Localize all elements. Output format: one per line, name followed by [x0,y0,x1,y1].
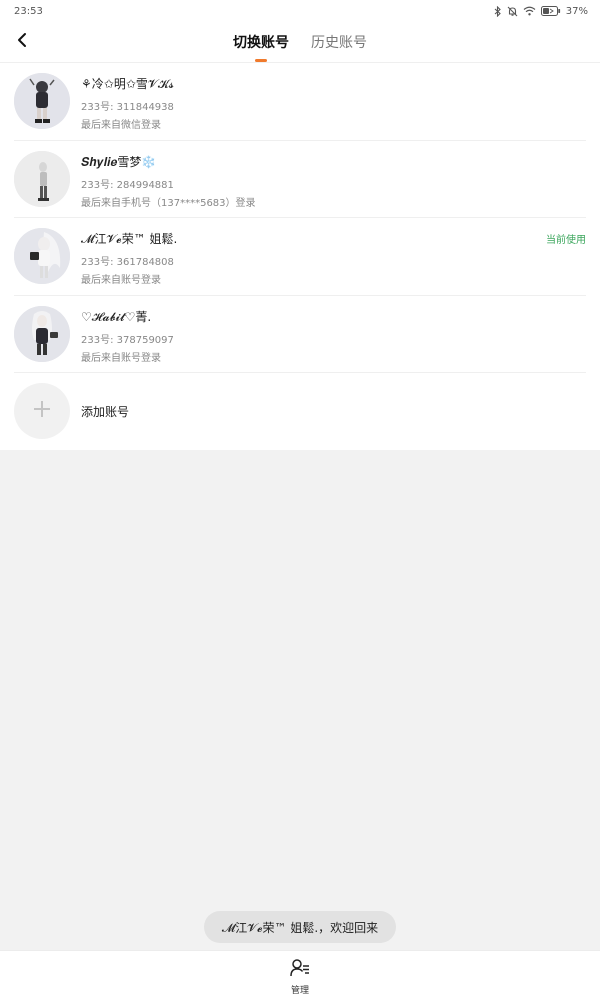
header: 切换账号 历史账号 [0,22,600,62]
chevron-left-icon [16,32,28,52]
battery-icon [540,6,561,16]
add-account-label: 添加账号 [81,405,130,419]
account-name: ♡𝓗𝓪𝓫𝓲𝓽♡菁. [81,309,152,324]
status-time: 23:53 [14,5,43,17]
bottom-bar: 管理 [0,950,600,1000]
welcome-toast: 𝓜江𝓥𝓮荣™ 姐鬆.，欢迎回来 [204,911,396,943]
avatar [14,305,70,362]
last-login: 最后来自账号登录 [81,352,161,364]
account-item[interactable]: ♡𝓗𝓪𝓫𝓲𝓽♡菁. 233号: 378759097 最后来自账号登录 [0,296,600,374]
last-login: 最后来自手机号（137****5683）登录 [81,197,256,209]
tab-label: 切换账号 [233,35,289,51]
current-account-badge: 当前使用 [546,235,586,246]
toast-text: 𝓜江𝓥𝓮荣™ 姐鬆.，欢迎回来 [221,920,379,935]
account-id: 233号: 378759097 [81,334,174,346]
account-item[interactable]: 𝓜江𝓥𝓮荣™ 姐鬆. 233号: 361784808 最后来自账号登录 当前使用 [0,218,600,296]
account-id: 233号: 284994881 [81,179,174,191]
last-login: 最后来自账号登录 [81,275,161,286]
tab-history-account[interactable]: 历史账号 [311,22,367,62]
manage-label: 管理 [290,986,309,996]
account-id: 233号: 311844938 [81,102,174,113]
plus-icon [32,399,52,423]
last-login: 最后来自微信登录 [81,120,161,131]
account-name: 𝑺𝒉𝒚𝒍𝒊𝒆雪梦❄️ [81,154,157,169]
tab-switch-account[interactable]: 切换账号 [233,22,289,62]
battery-percent: 37% [565,5,588,17]
mute-bell-icon [507,6,518,17]
bluetooth-icon [494,5,502,17]
tab-label: 历史账号 [311,35,367,51]
account-name: ⚘冷✩明✩雪𝓥𝓚𝓼 [81,77,174,91]
add-account-circle [14,383,70,439]
add-account-button[interactable]: 添加账号 [0,373,600,451]
back-button[interactable] [10,30,34,54]
wifi-icon [523,6,536,16]
avatar [14,73,70,129]
status-bar: 23:53 37% [0,0,600,22]
avatar [14,228,70,284]
status-icons: 37% [494,5,588,17]
account-name: 𝓜江𝓥𝓮荣™ 姐鬆. [81,232,178,246]
user-manage-icon [290,959,310,981]
account-id: 233号: 361784808 [81,257,174,268]
account-item[interactable]: 𝑺𝒉𝒚𝒍𝒊𝒆雪梦❄️ 233号: 284994881 最后来自手机号（137**… [0,141,600,219]
account-list: ⚘冷✩明✩雪𝓥𝓚𝓼 233号: 311844938 最后来自微信登录 𝑺𝒉𝒚𝒍𝒊… [0,62,600,450]
manage-button[interactable]: 管理 [280,959,320,997]
tab-bar: 切换账号 历史账号 [0,22,600,62]
account-item[interactable]: ⚘冷✩明✩雪𝓥𝓚𝓼 233号: 311844938 最后来自微信登录 [0,63,600,141]
avatar [14,150,70,207]
